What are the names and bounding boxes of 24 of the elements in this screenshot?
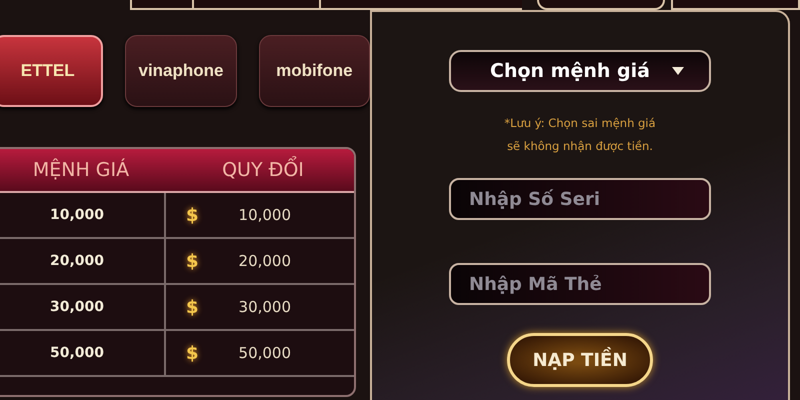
currency-symbol: $ [186, 296, 199, 318]
table-cell: 20,000 [238, 252, 292, 270]
table-cell: 10,000 [0, 193, 166, 237]
carrier-logo-button[interactable]: mobifone [258, 35, 370, 107]
serial-input-field[interactable]: Nhập Số Seri [449, 178, 711, 220]
currency-symbol: $ [186, 250, 199, 272]
currency-symbol: $ [186, 204, 199, 226]
table-cell: 20,000 [0, 239, 166, 283]
carrier-logo-button[interactable]: ETTEL [0, 35, 104, 107]
warning-note: sẽ không nhận được tiền. [507, 138, 653, 155]
table-cell: 10,000 [238, 206, 292, 224]
carrier-logo-button[interactable]: vinaphone [125, 35, 237, 107]
card-code-input-field[interactable]: Nhập Mã Thẻ [449, 263, 711, 305]
table-cell: 50,000 [238, 344, 292, 362]
table-cell: 30,000 [238, 298, 292, 316]
currency-symbol: $ [186, 342, 199, 364]
column-header: QUY ĐỔI [172, 149, 354, 191]
top-up-button[interactable]: NẠP TIỀN [507, 333, 653, 387]
warning-note: *Lưu ý: Chọn sai mệnh giá [504, 115, 656, 132]
denomination-dropdown[interactable]: Chọn mệnh giá [449, 50, 711, 92]
table-cell: 30,000 [0, 285, 166, 329]
table-cell: 50,000 [0, 331, 166, 375]
caret-icon [672, 67, 684, 75]
column-header: MỆNH GIÁ [32, 157, 130, 183]
